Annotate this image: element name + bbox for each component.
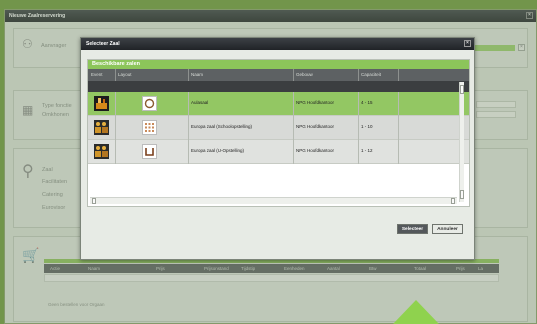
- event-people-icon: [94, 120, 109, 135]
- rooms-table-header: Event Layout Naam Gebouw Capaciteit: [88, 69, 469, 81]
- room-name: Aulasaal: [191, 100, 209, 105]
- room-row-europa-u[interactable]: Europa zaal (U-Opstelling) NPG Hoofdkant…: [88, 140, 469, 164]
- room-capacity: 1 - 12: [361, 148, 373, 153]
- dialog-title: Selecteer Zaal: [86, 41, 120, 47]
- u-shape-layout-icon: [142, 144, 157, 159]
- available-rooms-panel: Beschikbare zalen Event Layout Naam Gebo…: [87, 59, 470, 207]
- col-capacity[interactable]: Capaciteit: [361, 72, 381, 77]
- room-building: NPG Hoofdkantoor: [296, 148, 335, 153]
- table-toolbar-strip: [88, 81, 469, 92]
- dialog-close-icon[interactable]: ×: [464, 40, 471, 47]
- scroll-left-handle[interactable]: [92, 198, 96, 204]
- round-table-icon: [142, 96, 157, 111]
- scroll-down-handle[interactable]: [460, 190, 464, 199]
- select-room-dialog: Selecteer Zaal × Beschikbare zalen Event…: [80, 37, 475, 260]
- col-name[interactable]: Naam: [191, 72, 203, 77]
- scroll-up-handle[interactable]: [460, 85, 464, 94]
- col-event[interactable]: Event: [91, 72, 103, 77]
- room-name: Europa zaal (Schoolopstelling): [191, 124, 253, 129]
- col-layout[interactable]: Layout: [118, 72, 132, 77]
- scroll-right-handle[interactable]: [451, 198, 455, 204]
- room-building: NPG Hoofdkantoor: [296, 100, 335, 105]
- up-arrow-icon: [393, 300, 439, 324]
- cancel-button[interactable]: Annuleer: [432, 224, 463, 234]
- select-button[interactable]: Selecteer: [397, 224, 428, 234]
- col-building[interactable]: Gebouw: [296, 72, 313, 77]
- available-rooms-header: Beschikbare zalen: [88, 60, 469, 69]
- vertical-scrollbar[interactable]: [459, 82, 464, 202]
- room-capacity: 1 - 10: [361, 124, 373, 129]
- room-capacity: 4 - 15: [361, 100, 373, 105]
- horizontal-scrollbar[interactable]: [90, 197, 457, 204]
- event-people-icon: [94, 144, 109, 159]
- dialog-titlebar: Selecteer Zaal ×: [81, 38, 474, 50]
- room-building: NPG Hoofdkantoor: [296, 124, 335, 129]
- room-row-europa-school[interactable]: Europa zaal (Schoolopstelling) NPG Hoofd…: [88, 116, 469, 140]
- classroom-layout-icon: [142, 120, 157, 135]
- room-name: Europa zaal (U-Opstelling): [191, 148, 245, 153]
- event-stage-icon: [94, 96, 109, 111]
- room-row-aulasaal[interactable]: Aulasaal NPG Hoofdkantoor 4 - 15: [88, 92, 469, 116]
